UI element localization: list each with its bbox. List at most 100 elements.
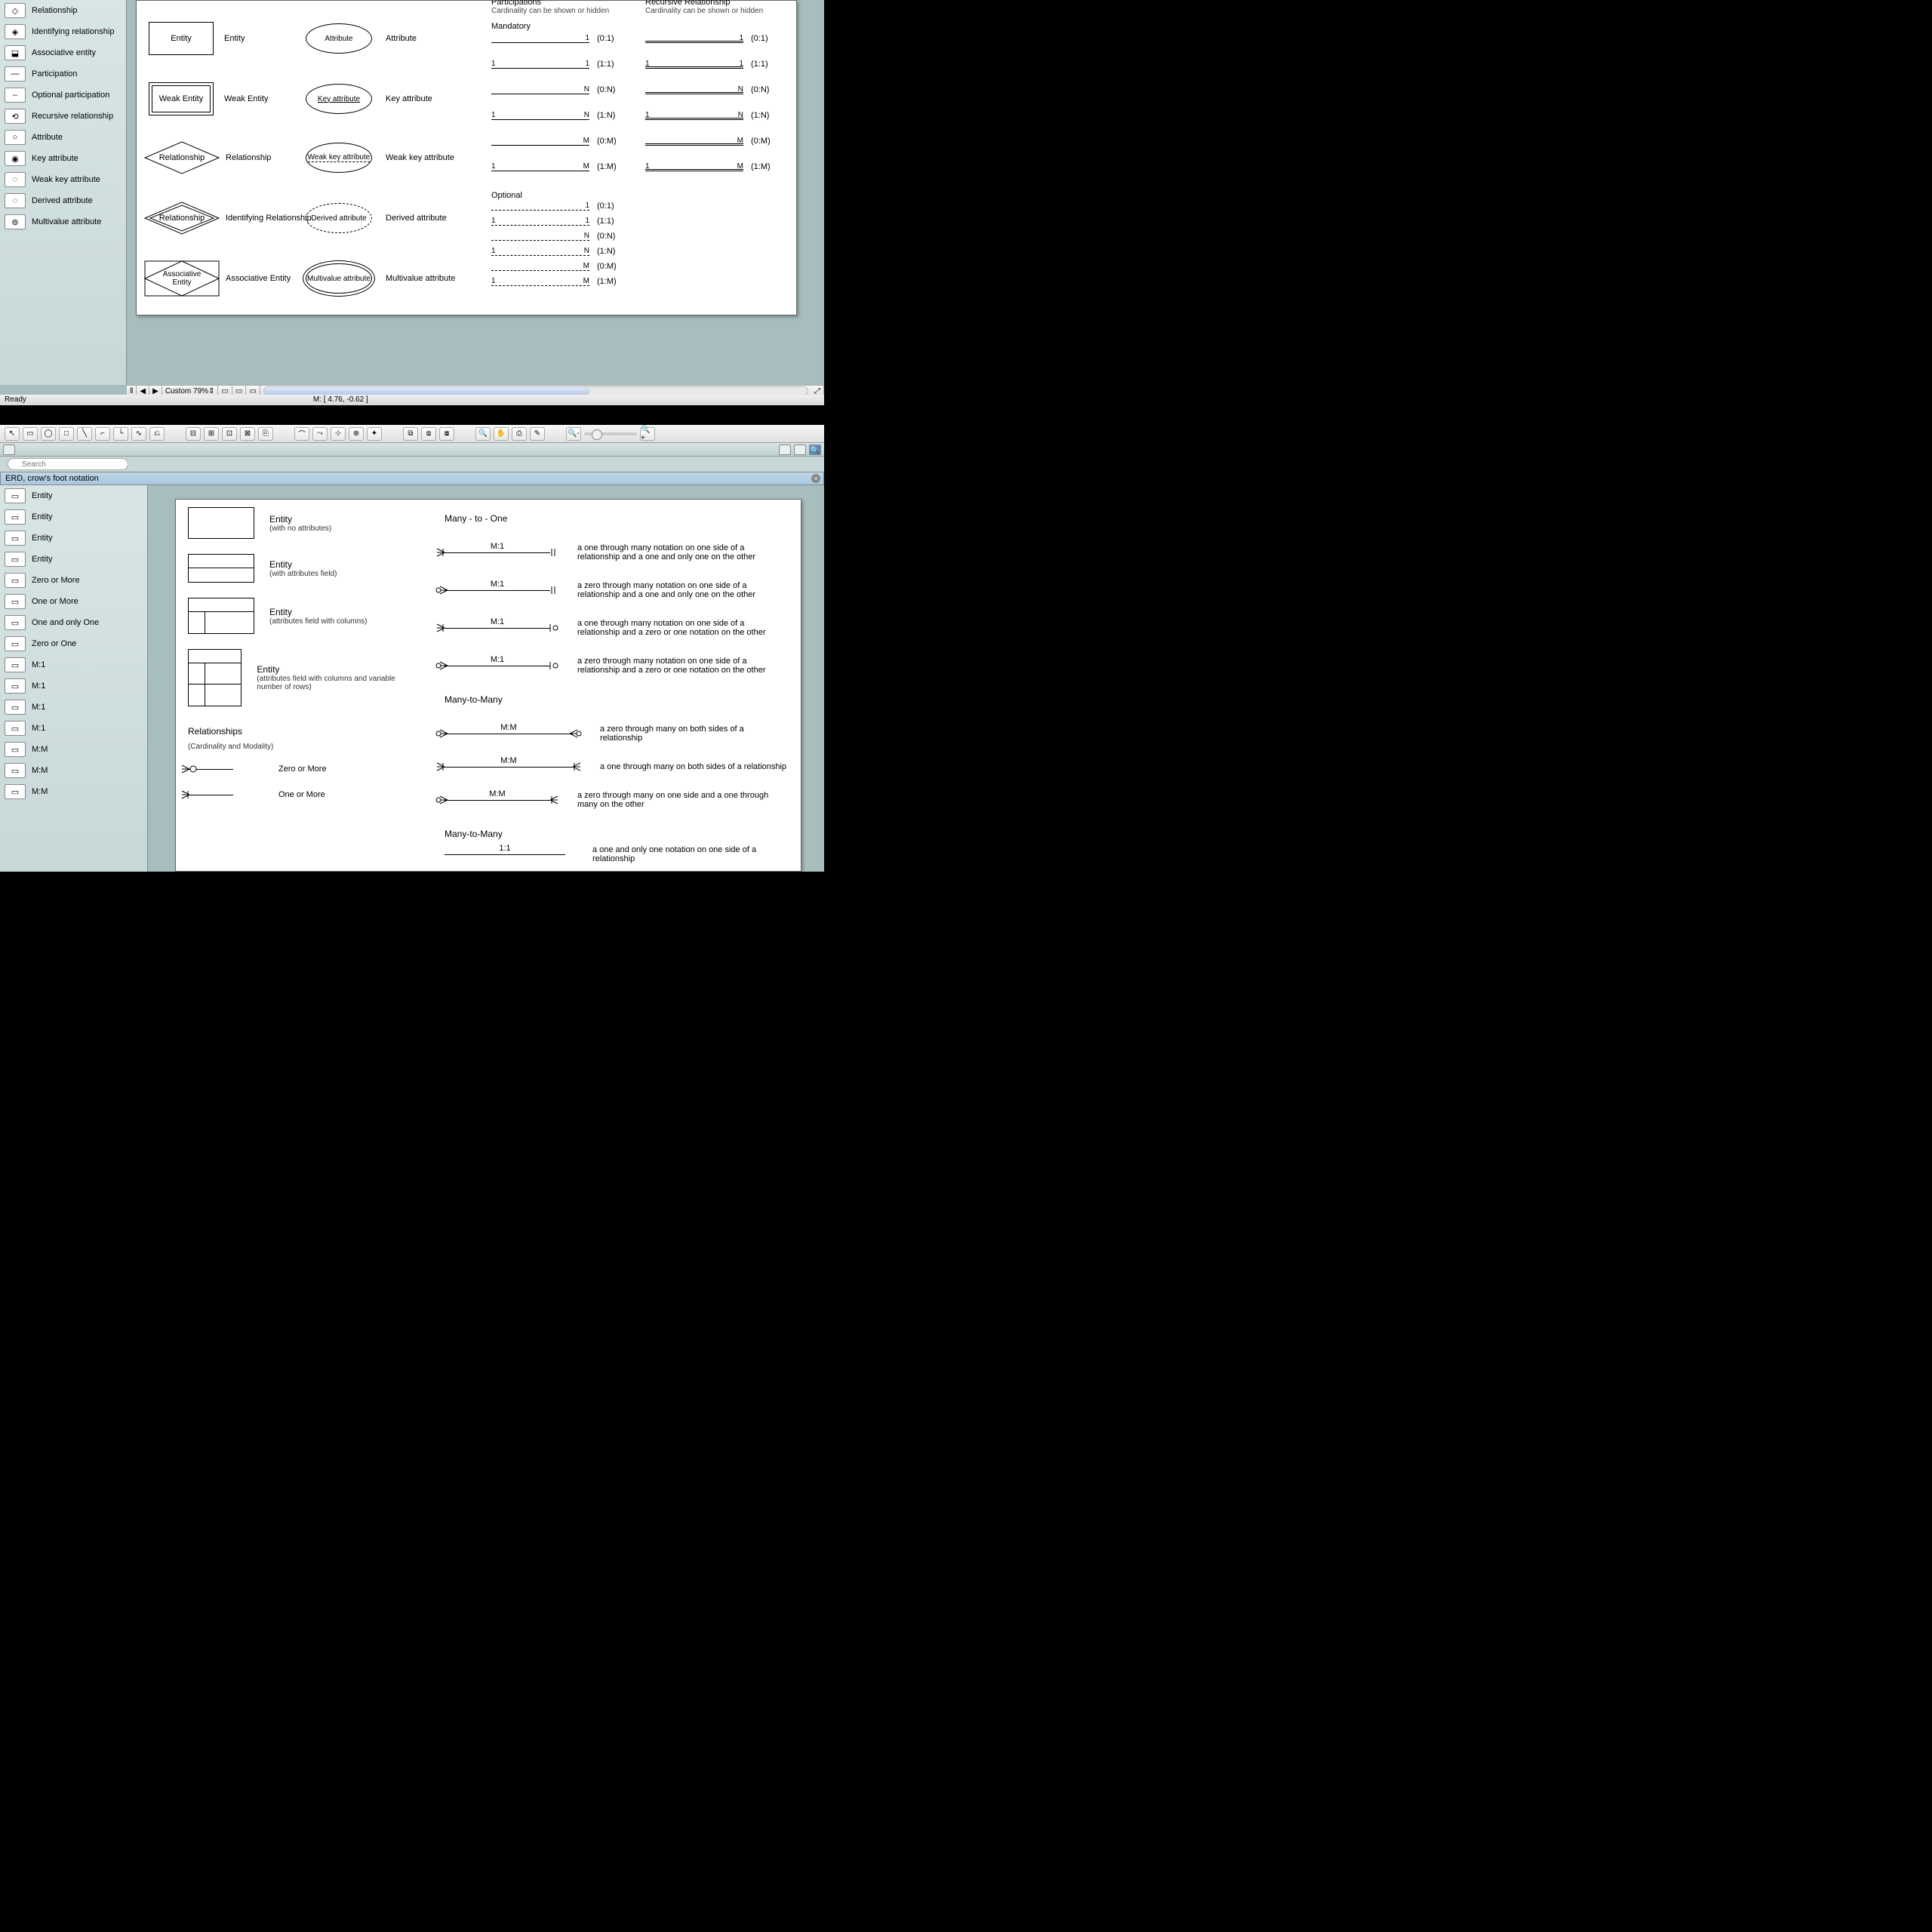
grid-view-button[interactable] (779, 445, 791, 455)
curve-tool[interactable]: ⤳ (312, 427, 328, 441)
zoom-tool[interactable]: 🔍 (475, 427, 491, 441)
sidebar-item[interactable]: ▭Zero or More (0, 570, 147, 591)
associative-entity-shape[interactable]: AssociativeEntity (144, 260, 220, 297)
cardinality-line[interactable]: 1 N (491, 248, 589, 256)
sidebar-item[interactable]: ◌Derived attribute (0, 190, 126, 211)
cardinality-line[interactable]: N (645, 87, 743, 94)
page-tool[interactable]: ⎘ (258, 427, 273, 441)
sidebar-item[interactable]: ┄Optional participation (0, 85, 126, 106)
scroll-thumb[interactable] (264, 387, 590, 395)
sidebar-item[interactable]: ⟲Recursive relationship (0, 106, 126, 127)
pan-tool[interactable]: ✋ (494, 427, 509, 441)
cardinality-line[interactable]: 1 1 (491, 218, 589, 226)
cardinality-line[interactable]: 1 (491, 35, 589, 43)
entity-rows[interactable] (188, 649, 242, 706)
relationship-line[interactable]: M:1 (445, 552, 550, 553)
rect-tool[interactable]: ▭ (23, 427, 38, 441)
align-tool-2[interactable]: ⧈ (421, 427, 436, 441)
sidebar-item[interactable]: ◌Weak key attribute (0, 169, 126, 190)
sidebar-item[interactable]: ▭M:1 (0, 718, 147, 739)
cardinality-line[interactable]: 1 M (645, 164, 743, 171)
line-tool[interactable]: ╲ (77, 427, 92, 441)
sidebar-item[interactable]: ○Attribute (0, 127, 126, 148)
sidebar-item[interactable]: ◇Relationship (0, 0, 126, 21)
path-tool-2[interactable]: ⊕ (349, 427, 364, 441)
sidebar-item[interactable]: ▭M:M (0, 781, 147, 802)
search-input[interactable] (8, 458, 128, 470)
zoom-out-button[interactable]: 🔍- (566, 427, 581, 441)
sidebar-item[interactable]: ◉Key attribute (0, 148, 126, 169)
sidebar-item[interactable]: ▭One and only One (0, 612, 147, 633)
arc-tool[interactable]: ⌒ (294, 427, 309, 441)
sidebar-item[interactable]: ⬓Associative entity (0, 42, 126, 63)
zero-or-more-line[interactable] (188, 769, 233, 770)
entity-cols[interactable] (188, 598, 254, 634)
cardinality-line[interactable]: 1 M (491, 164, 589, 171)
zoom-in-button[interactable]: 🔍+ (640, 427, 655, 441)
sidebar-item[interactable]: ▭Entity (0, 549, 147, 570)
stamp-tool[interactable]: ⎙ (512, 427, 527, 441)
weak-key-attribute-shape[interactable]: Weak key attribute (306, 143, 372, 173)
tree-tool-3[interactable]: ⊡ (222, 427, 237, 441)
relationship-line[interactable]: M:1 (445, 590, 550, 591)
sidebar-item[interactable]: ▭M:1 (0, 697, 147, 718)
cardinality-line[interactable]: 1 1 (491, 61, 589, 69)
entity-attr[interactable] (188, 554, 254, 583)
tree-tool-4[interactable]: ⊠ (240, 427, 255, 441)
align-tool-1[interactable]: ⧉ (403, 427, 418, 441)
cardinality-line[interactable]: N (491, 87, 589, 94)
align-tool-3[interactable]: ⧇ (439, 427, 454, 441)
sidebar-item[interactable]: ▭M:M (0, 739, 147, 760)
sidebar-item[interactable]: ▭M:1 (0, 654, 147, 675)
connector-tool-4[interactable]: ⎌ (149, 427, 165, 441)
cardinality-line[interactable]: 1 (491, 203, 589, 211)
zoom-stepper-icon[interactable]: ⇕ (208, 387, 214, 395)
pointer-tool[interactable]: ↖ (5, 427, 20, 441)
connector-tool-3[interactable]: ∿ (131, 427, 146, 441)
close-icon[interactable]: × (811, 474, 820, 483)
pen-tool[interactable]: ✎ (530, 427, 545, 441)
tree-tool-1[interactable]: ⊟ (186, 427, 201, 441)
cardinality-line[interactable]: 1 (645, 35, 743, 43)
cardinality-line[interactable]: 1 M (491, 278, 589, 286)
cardinality-line[interactable]: 1 N (645, 112, 743, 120)
cardinality-line[interactable]: M (491, 263, 589, 271)
entity-plain[interactable] (188, 507, 254, 539)
key-attribute-shape[interactable]: Key attribute (306, 84, 372, 114)
relationship-line[interactable]: 1:1 (445, 854, 565, 855)
entity-shape[interactable]: Entity (149, 22, 214, 55)
search-view-button[interactable]: 🔍 (809, 445, 821, 455)
cardinality-line[interactable]: M (645, 138, 743, 146)
list-view-button[interactable] (3, 445, 15, 455)
relationship-line[interactable]: M:M (445, 800, 550, 801)
path-tool-1[interactable]: ⊹ (331, 427, 346, 441)
multivalue-attribute-shape[interactable]: Multivalue attribute (306, 263, 372, 294)
sidebar-item[interactable]: ▭One or More (0, 591, 147, 612)
ellipse-tool[interactable]: ◯ (41, 427, 56, 441)
cardinality-line[interactable]: 1 1 (645, 61, 743, 69)
sidebar-item[interactable]: —Participation (0, 63, 126, 85)
zoom-slider[interactable] (584, 432, 637, 435)
sidebar-item[interactable]: ▭Zero or One (0, 633, 147, 654)
relationship-line[interactable]: M:1 (445, 628, 550, 629)
connector-tool-1[interactable]: ⌐ (95, 427, 110, 441)
cardinality-line[interactable]: M (491, 138, 589, 146)
cardinality-line[interactable]: 1 N (491, 112, 589, 120)
relationship-shape[interactable]: Relationship (144, 141, 220, 174)
sidebar-item[interactable]: ▭Entity (0, 485, 147, 506)
sidebar-item[interactable]: ◈Identifying relationship (0, 21, 126, 42)
cardinality-line[interactable]: N (491, 233, 589, 241)
connector-tool-2[interactable]: └ (113, 427, 128, 441)
detail-view-button[interactable] (794, 445, 806, 455)
derived-attribute-shape[interactable]: Derived attribute (306, 203, 372, 233)
sidebar-item[interactable]: ▭M:M (0, 760, 147, 781)
sidebar-item[interactable]: ⊚Multivalue attribute (0, 211, 126, 232)
sidebar-item[interactable]: ▭M:1 (0, 675, 147, 697)
path-tool-3[interactable]: ✦ (367, 427, 382, 441)
square-tool[interactable]: □ (59, 427, 74, 441)
library-header[interactable]: ERD, crow's foot notation × (0, 472, 824, 485)
attribute-shape[interactable]: Attribute (306, 23, 372, 54)
weak-entity-shape[interactable]: Weak Entity (149, 82, 214, 115)
drawing-canvas[interactable]: Entity(with no attributes) Entity(with a… (148, 485, 824, 872)
identifying-relationship-shape[interactable]: Relationship (144, 202, 220, 235)
